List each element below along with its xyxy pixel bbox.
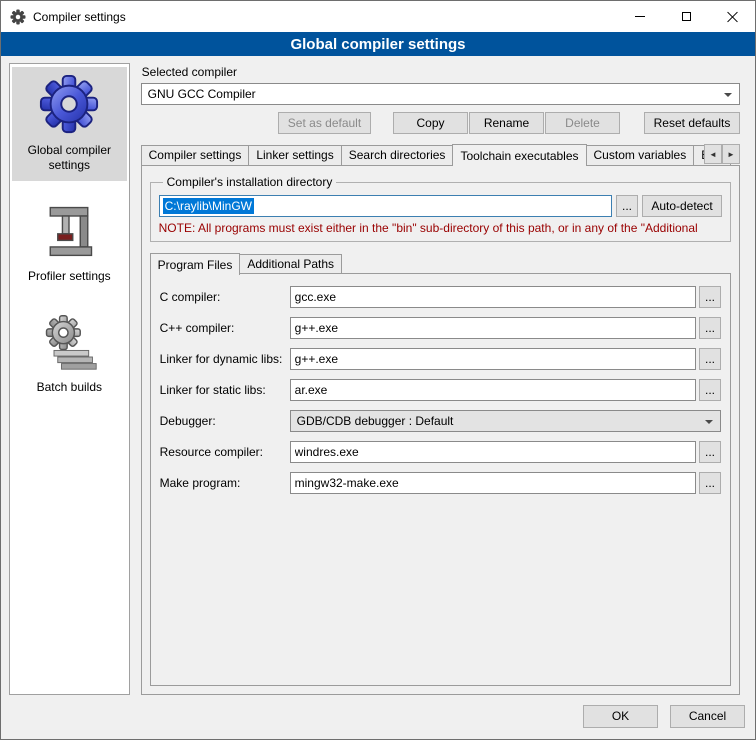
install-dir-input[interactable]: C:\raylib\MinGW <box>159 195 612 217</box>
tab-additional-paths[interactable]: Additional Paths <box>239 254 342 274</box>
install-dir-group-label: Compiler's installation directory <box>163 175 337 189</box>
profiler-tool-icon <box>39 201 99 264</box>
chevron-down-icon <box>705 420 713 424</box>
field-row-c-compiler: C compiler: ... <box>160 286 721 308</box>
sidebar-item-profiler-settings[interactable]: Profiler settings <box>12 195 127 292</box>
field-row-debugger: Debugger: GDB/CDB debugger : Default <box>160 410 721 432</box>
maximize-button[interactable] <box>663 1 709 32</box>
sidebar-item-label: Batch builds <box>37 380 102 395</box>
field-row-resource-compiler: Resource compiler: ... <box>160 441 721 463</box>
maximize-icon <box>682 12 691 21</box>
linker-dynamic-input[interactable] <box>290 348 696 370</box>
settings-tab-bar: Compiler settings Linker settings Search… <box>141 143 740 165</box>
chevron-down-icon <box>724 93 732 97</box>
linker-dynamic-label: Linker for dynamic libs: <box>160 352 290 366</box>
tab-custom-variables[interactable]: Custom variables <box>586 145 695 165</box>
app-icon <box>10 9 26 25</box>
minimize-icon <box>635 16 645 17</box>
install-dir-note: NOTE: All programs must exist either in … <box>159 221 722 235</box>
debugger-select-value: GDB/CDB debugger : Default <box>297 414 454 428</box>
resource-compiler-label: Resource compiler: <box>160 445 290 459</box>
linker-static-browse-button[interactable]: ... <box>699 379 721 401</box>
tab-program-files[interactable]: Program Files <box>150 253 241 275</box>
tab-toolchain-executables[interactable]: Toolchain executables <box>452 144 586 166</box>
debugger-label: Debugger: <box>160 414 290 428</box>
minimize-button[interactable] <box>617 1 663 32</box>
linker-dynamic-browse-button[interactable]: ... <box>699 348 721 370</box>
cpp-compiler-browse-button[interactable]: ... <box>699 317 721 339</box>
sidebar-item-batch-builds[interactable]: Batch builds <box>12 306 127 403</box>
field-row-linker-static: Linker for static libs: ... <box>160 379 721 401</box>
cancel-button[interactable]: Cancel <box>670 705 745 728</box>
titlebar: Compiler settings <box>1 1 755 32</box>
resource-compiler-browse-button[interactable]: ... <box>699 441 721 463</box>
rename-button[interactable]: Rename <box>469 112 544 134</box>
field-row-make-program: Make program: ... <box>160 472 721 494</box>
c-compiler-input[interactable] <box>290 286 696 308</box>
main-settings-area: Selected compiler GNU GCC Compiler Set a… <box>141 63 747 695</box>
install-dir-group: Compiler's installation directory C:\ray… <box>150 175 731 242</box>
selected-compiler-select[interactable]: GNU GCC Compiler <box>141 83 740 105</box>
dialog-header-title: Global compiler settings <box>1 32 755 56</box>
tab-compiler-settings[interactable]: Compiler settings <box>141 145 250 165</box>
c-compiler-label: C compiler: <box>160 290 290 304</box>
make-program-input[interactable] <box>290 472 696 494</box>
compiler-settings-window: Compiler settings Global compiler settin… <box>0 0 756 740</box>
compiler-gear-icon <box>38 73 100 138</box>
cpp-compiler-label: C++ compiler: <box>160 321 290 335</box>
ok-button[interactable]: OK <box>583 705 658 728</box>
make-program-browse-button[interactable]: ... <box>699 472 721 494</box>
sidebar-item-label: Profiler settings <box>28 269 111 284</box>
window-controls <box>617 1 755 32</box>
make-program-label: Make program: <box>160 476 290 490</box>
dialog-body: Global compiler settings Profiler se <box>1 56 755 699</box>
resource-compiler-input[interactable] <box>290 441 696 463</box>
install-dir-browse-button[interactable]: ... <box>616 195 638 217</box>
debugger-select[interactable]: GDB/CDB debugger : Default <box>290 410 721 432</box>
program-files-tab-bar: Program Files Additional Paths <box>150 252 731 274</box>
sidebar-item-label: Global compiler settings <box>14 143 125 173</box>
window-title: Compiler settings <box>33 10 126 24</box>
field-row-linker-dynamic: Linker for dynamic libs: ... <box>160 348 721 370</box>
c-compiler-browse-button[interactable]: ... <box>699 286 721 308</box>
cpp-compiler-input[interactable] <box>290 317 696 339</box>
copy-button[interactable]: Copy <box>393 112 468 134</box>
set-as-default-button[interactable]: Set as default <box>278 112 371 134</box>
close-button[interactable] <box>709 1 755 32</box>
tab-search-directories[interactable]: Search directories <box>341 145 454 165</box>
auto-detect-button[interactable]: Auto-detect <box>642 195 722 217</box>
arrow-left-icon: ◄ <box>709 150 717 159</box>
arrow-right-icon: ► <box>727 150 735 159</box>
install-dir-value: C:\raylib\MinGW <box>163 198 254 214</box>
tab-scroll-left-button[interactable]: ◄ <box>704 144 722 164</box>
tab-linker-settings[interactable]: Linker settings <box>248 145 341 165</box>
dialog-footer: OK Cancel <box>1 699 755 739</box>
install-dir-row: C:\raylib\MinGW ... Auto-detect <box>159 195 722 217</box>
reset-defaults-button[interactable]: Reset defaults <box>644 112 740 134</box>
selected-compiler-value: GNU GCC Compiler <box>148 87 256 101</box>
field-row-cpp-compiler: C++ compiler: ... <box>160 317 721 339</box>
tab-scroll-right-button[interactable]: ► <box>722 144 740 164</box>
sidebar-item-global-compiler-settings[interactable]: Global compiler settings <box>12 67 127 181</box>
delete-button[interactable]: Delete <box>545 112 620 134</box>
settings-category-list: Global compiler settings Profiler se <box>9 63 130 695</box>
toolchain-executables-panel: Compiler's installation directory C:\ray… <box>141 165 740 695</box>
compiler-action-buttons: Set as default Copy Rename Delete Reset … <box>141 112 740 134</box>
linker-static-input[interactable] <box>290 379 696 401</box>
selected-compiler-label: Selected compiler <box>142 65 740 79</box>
close-icon <box>726 11 738 23</box>
tab-scroll-controls: ◄ ► <box>704 144 740 164</box>
linker-static-label: Linker for static libs: <box>160 383 290 397</box>
batch-builds-gear-icon <box>39 312 99 375</box>
program-files-panel: C compiler: ... C++ compiler: ... Linker… <box>150 273 731 686</box>
